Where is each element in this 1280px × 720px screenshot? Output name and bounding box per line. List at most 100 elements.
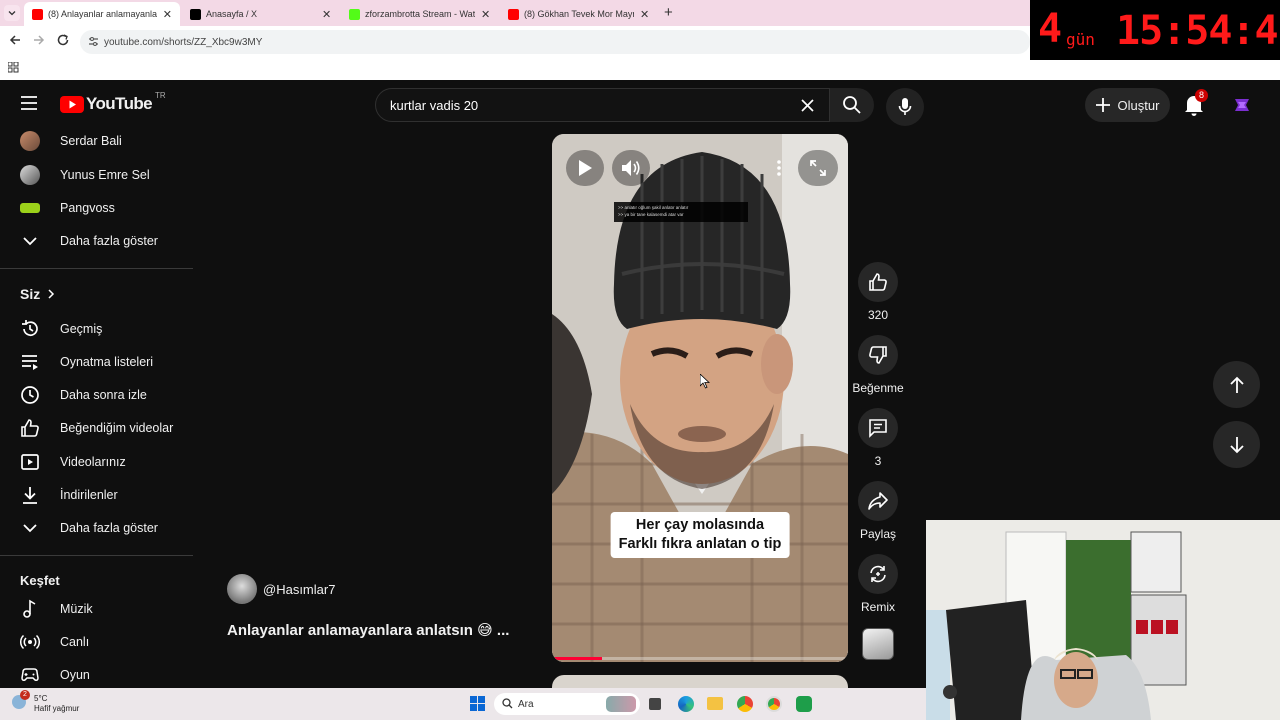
search-input[interactable]: kurtlar vadis 20: [375, 88, 830, 122]
previous-short-button[interactable]: [1213, 361, 1260, 408]
subscription-label: Serdar Bali: [60, 134, 122, 148]
chevron-down-icon: [8, 11, 16, 16]
close-tab-icon[interactable]: ✕: [322, 8, 331, 21]
subscription-item[interactable]: Yunus Emre Sel: [0, 159, 193, 191]
kick-favicon-icon: [349, 8, 360, 20]
account-avatar[interactable]: [1232, 95, 1252, 115]
like-button[interactable]: 320: [852, 262, 904, 322]
file-explorer-icon[interactable]: [707, 697, 723, 710]
sidebar-item-your-videos[interactable]: Videolarınız: [0, 446, 193, 478]
sidebar-item-liked-videos[interactable]: Beğendiğim videolar: [0, 412, 193, 444]
youtube-header: YouTube TR kurtlar vadis 20 Oluştur 8: [0, 80, 1280, 128]
search-button[interactable]: [830, 88, 874, 122]
clear-search-icon[interactable]: [800, 98, 815, 113]
close-tab-icon[interactable]: ✕: [481, 8, 490, 21]
browser-tab[interactable]: Anasayfa / X ✕: [182, 2, 340, 26]
remix-button[interactable]: Remix: [852, 554, 904, 614]
edge-icon[interactable]: [678, 696, 694, 712]
divider: [0, 555, 193, 556]
app-icon[interactable]: [796, 696, 812, 712]
url-field[interactable]: youtube.com/shorts/ZZ_Xbc9w3MY: [80, 30, 1030, 54]
divider: [0, 268, 193, 269]
chrome-icon[interactable]: [737, 696, 753, 712]
dislike-button[interactable]: Beğenme: [852, 335, 904, 395]
channel-info[interactable]: @Hasımlar7: [227, 574, 335, 604]
url-text: youtube.com/shorts/ZZ_Xbc9w3MY: [104, 36, 263, 48]
countdown-days-label: gün: [1066, 30, 1095, 49]
forward-icon[interactable]: [32, 33, 46, 47]
share-button[interactable]: Paylaş: [852, 481, 904, 541]
back-icon[interactable]: [8, 33, 22, 47]
sidebar-item-watch-later[interactable]: Daha sonra izle: [0, 379, 193, 411]
weather-description: Hafif yağmur: [34, 704, 80, 713]
youtube-play-logo-icon: [60, 95, 84, 113]
youtube-logo[interactable]: YouTube TR: [60, 91, 166, 114]
tab-title: (8) Anlayanlar anlamayanlara a: [48, 9, 157, 19]
remix-label: Remix: [860, 600, 895, 614]
create-label: Oluştur: [1117, 97, 1160, 113]
plus-icon: [1095, 98, 1110, 112]
task-view-icon[interactable]: [649, 698, 661, 710]
volume-button[interactable]: [612, 150, 650, 186]
next-short-preview[interactable]: [552, 675, 848, 688]
sidebar-item-history[interactable]: Geçmiş: [0, 313, 193, 345]
create-button[interactable]: Oluştur: [1085, 88, 1170, 122]
weather-badge: 2: [20, 690, 30, 700]
share-label: Paylaş: [859, 527, 897, 541]
subscription-item[interactable]: Serdar Bali: [0, 125, 193, 157]
short-video-player[interactable]: >> anlatır oğlum şakil anlatır anlatır >…: [552, 134, 848, 662]
search-value: kurtlar vadis 20: [390, 98, 479, 113]
chevron-down-icon: [23, 237, 37, 246]
temperature: 5°C: [34, 694, 48, 703]
sidebar-item-live[interactable]: Canlı: [0, 626, 193, 658]
channel-avatar: [20, 165, 40, 185]
comments-button[interactable]: 3: [852, 408, 904, 468]
browser-tab[interactable]: (8) Gökhan Tevek Mor Maymun ✕: [500, 2, 658, 26]
webcam-overlay: [926, 520, 1280, 720]
sidebar-item-label: Videolarınız: [60, 455, 126, 469]
sidebar-item-music[interactable]: Müzik: [0, 593, 193, 625]
voice-search-button[interactable]: [886, 88, 924, 126]
close-tab-icon[interactable]: ✕: [640, 8, 649, 21]
tab-search-button[interactable]: [4, 5, 20, 21]
chrome-profile-icon[interactable]: [766, 696, 782, 712]
video-progress-bar[interactable]: [552, 657, 848, 660]
sidebar-item-playlists[interactable]: Oynatma listeleri: [0, 346, 193, 378]
browser-tab[interactable]: zforzambrotta Stream - Watch L ✕: [341, 2, 499, 26]
browser-tab-bar: (8) Anlayanlar anlamayanlara a ✕ Anasayf…: [0, 0, 1030, 26]
new-tab-button[interactable]: +: [664, 4, 673, 21]
more-vertical-icon: [777, 160, 781, 176]
caption-line: Her çay molasında: [635, 517, 765, 533]
more-options-button[interactable]: [764, 150, 794, 186]
sound-thumbnail[interactable]: [862, 628, 894, 660]
close-tab-icon[interactable]: ✕: [163, 8, 172, 21]
video-caption: Her çay molasında Farklı fıkra anlatan o…: [610, 512, 790, 558]
subscription-item[interactable]: Pangvoss: [0, 192, 193, 224]
channel-avatar[interactable]: [227, 574, 257, 604]
start-button[interactable]: [470, 696, 485, 711]
notifications-button[interactable]: 8: [1184, 89, 1209, 116]
sidebar-item-downloads[interactable]: İndirilenler: [0, 479, 193, 511]
tab-title: (8) Gökhan Tevek Mor Maymun: [524, 9, 634, 19]
show-more-button[interactable]: Daha fazla göster: [0, 512, 193, 544]
subscription-label: Yunus Emre Sel: [60, 168, 150, 182]
browser-tab[interactable]: (8) Anlayanlar anlamayanlara a ✕: [24, 2, 180, 26]
play-button[interactable]: [566, 150, 604, 186]
sidebar-item-gaming[interactable]: Oyun: [0, 659, 193, 691]
apps-grid-icon[interactable]: [8, 62, 19, 73]
sidebar-item-label: Canlı: [60, 635, 90, 649]
menu-icon[interactable]: [20, 96, 38, 110]
taskbar-search[interactable]: Ara: [494, 693, 640, 715]
reload-icon[interactable]: [56, 33, 70, 47]
fullscreen-button[interactable]: [798, 150, 838, 186]
you-section-header[interactable]: Siz: [0, 278, 193, 310]
next-short-button[interactable]: [1213, 421, 1260, 468]
site-info-icon[interactable]: [88, 36, 99, 47]
play-icon: [579, 160, 592, 176]
show-more-button[interactable]: Daha fazla göster: [0, 225, 193, 257]
thumbs-down-icon: [869, 346, 887, 364]
channel-name[interactable]: @Hasımlar7: [263, 582, 335, 597]
comment-icon: [869, 419, 887, 438]
channel-avatar: [20, 131, 40, 151]
show-more-label: Daha fazla göster: [60, 521, 158, 535]
